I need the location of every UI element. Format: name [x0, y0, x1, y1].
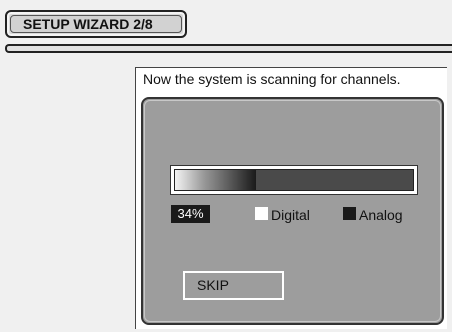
setup-wizard-screen: SETUP WIZARD 2/8 Now the system is scann…	[0, 0, 452, 332]
progress-fill	[175, 170, 256, 190]
analog-legend-label: Analog	[359, 207, 403, 223]
progress-track	[174, 169, 414, 191]
progress-percent-label: 34%	[171, 205, 210, 223]
skip-button[interactable]: SKIP	[183, 271, 284, 300]
header-divider-bar	[5, 44, 452, 53]
progress-bar	[170, 165, 418, 195]
analog-legend-swatch	[343, 207, 356, 220]
page-title: SETUP WIZARD 2/8	[10, 15, 182, 33]
digital-legend-swatch	[255, 207, 268, 220]
digital-legend-label: Digital	[271, 207, 310, 223]
scan-status-box: 34% Digital Analog SKIP	[141, 97, 444, 325]
scan-panel: Now the system is scanning for channels.…	[135, 67, 447, 329]
wizard-title-tab: SETUP WIZARD 2/8	[5, 10, 187, 38]
scan-message: Now the system is scanning for channels.	[143, 71, 401, 87]
